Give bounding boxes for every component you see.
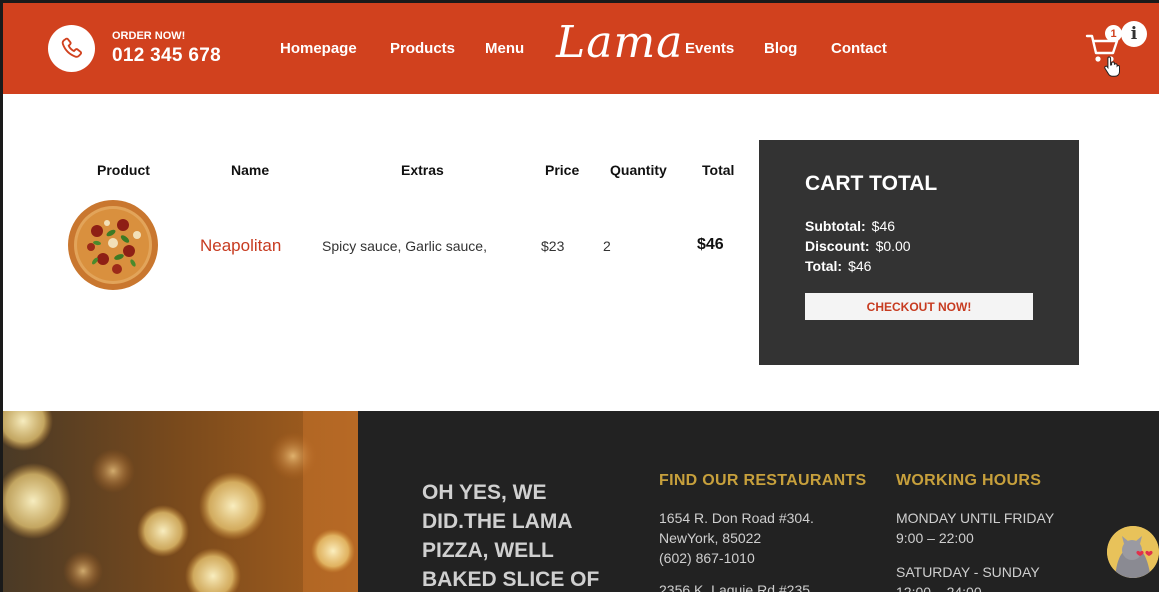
address-line: 1654 R. Don Road #304. [659,510,814,526]
header-product: Product [97,162,150,178]
header-total: Total [702,162,735,178]
subtotal-row: Subtotal: $46 [805,218,895,234]
restaurant-address: 1654 R. Don Road #304. NewYork, 85022 (6… [659,508,814,592]
cart-count-badge: 1 [1105,25,1122,42]
product-price: $23 [541,238,565,254]
working-hours: MONDAY UNTIL FRIDAY 9:00 – 22:00 SATURDA… [896,508,1054,592]
motto-line: DID.THE LAMA [422,510,573,533]
order-now-label: ORDER NOW! [112,30,186,42]
total-label: Total: [805,258,843,274]
product-total: $46 [697,236,724,253]
nav-blog[interactable]: Blog [764,40,797,57]
motto-line: BAKED SLICE OF [422,568,600,591]
footer: OH YES, WE DID.THE LAMA PIZZA, WELL BAKE… [3,411,1159,592]
discount-row: Discount: $0.00 [805,238,911,254]
footer-motto: OH YES, WE DID.THE LAMA PIZZA, WELL BAKE… [422,478,622,592]
header-extras: Extras [401,162,444,178]
bokeh-background-image [3,411,358,592]
pizza-image [67,199,159,291]
discount-value: $0.00 [875,238,911,254]
phone-number[interactable]: 012 345 678 [112,45,221,67]
hours-line: 9:00 – 22:00 [896,530,974,546]
product-quantity: 2 [603,238,611,254]
nav-events[interactable]: Events [685,40,734,57]
page: ORDER NOW! 012 345 678 Homepage Products… [3,3,1159,592]
header-quantity: Quantity [610,162,667,178]
navbar: ORDER NOW! 012 345 678 Homepage Products… [3,3,1159,94]
phone-icon[interactable] [48,25,95,72]
discount-label: Discount: [805,238,870,254]
address-line: NewYork, 85022 [659,530,762,546]
hours-line: SATURDAY - SUNDAY [896,564,1040,580]
header-price: Price [545,162,580,178]
nav-menu[interactable]: Menu [485,40,524,57]
hours-line: 12:00 – 24:00 [896,584,982,592]
avatar[interactable] [1107,526,1159,578]
subtotal-label: Subtotal: [805,218,866,234]
logo[interactable]: Lama [556,17,683,68]
hours-line: MONDAY UNTIL FRIDAY [896,510,1055,526]
product-extras: Spicy sauce, Garlic sauce, [322,238,487,254]
motto-line: OH YES, WE [422,481,547,504]
cart-total-panel: CART TOTAL Subtotal: $46 Discount: $0.00 T… [759,140,1079,365]
product-name[interactable]: Neapolitan [200,236,281,256]
hand-cursor-icon [1103,55,1121,77]
total-row: Total: $46 [805,258,871,274]
nav-products[interactable]: Products [390,40,455,57]
total-value: $46 [848,258,872,274]
motto-line: PIZZA, WELL [422,539,554,562]
cart-total-title: CART TOTAL [805,172,938,195]
checkout-button[interactable]: CHECKOUT NOW! [805,293,1033,320]
restaurants-heading: FIND OUR RESTAURANTS [659,472,867,489]
hours-heading: WORKING HOURS [896,472,1042,489]
nav-homepage[interactable]: Homepage [280,40,357,57]
address-line: 2356 K. Laquie Rd #235 [659,582,811,592]
nav-contact[interactable]: Contact [831,40,887,57]
address-line: (602) 867-1010 [659,550,755,566]
header-name: Name [231,162,270,178]
info-icon[interactable]: i [1121,21,1147,47]
subtotal-value: $46 [871,218,896,234]
